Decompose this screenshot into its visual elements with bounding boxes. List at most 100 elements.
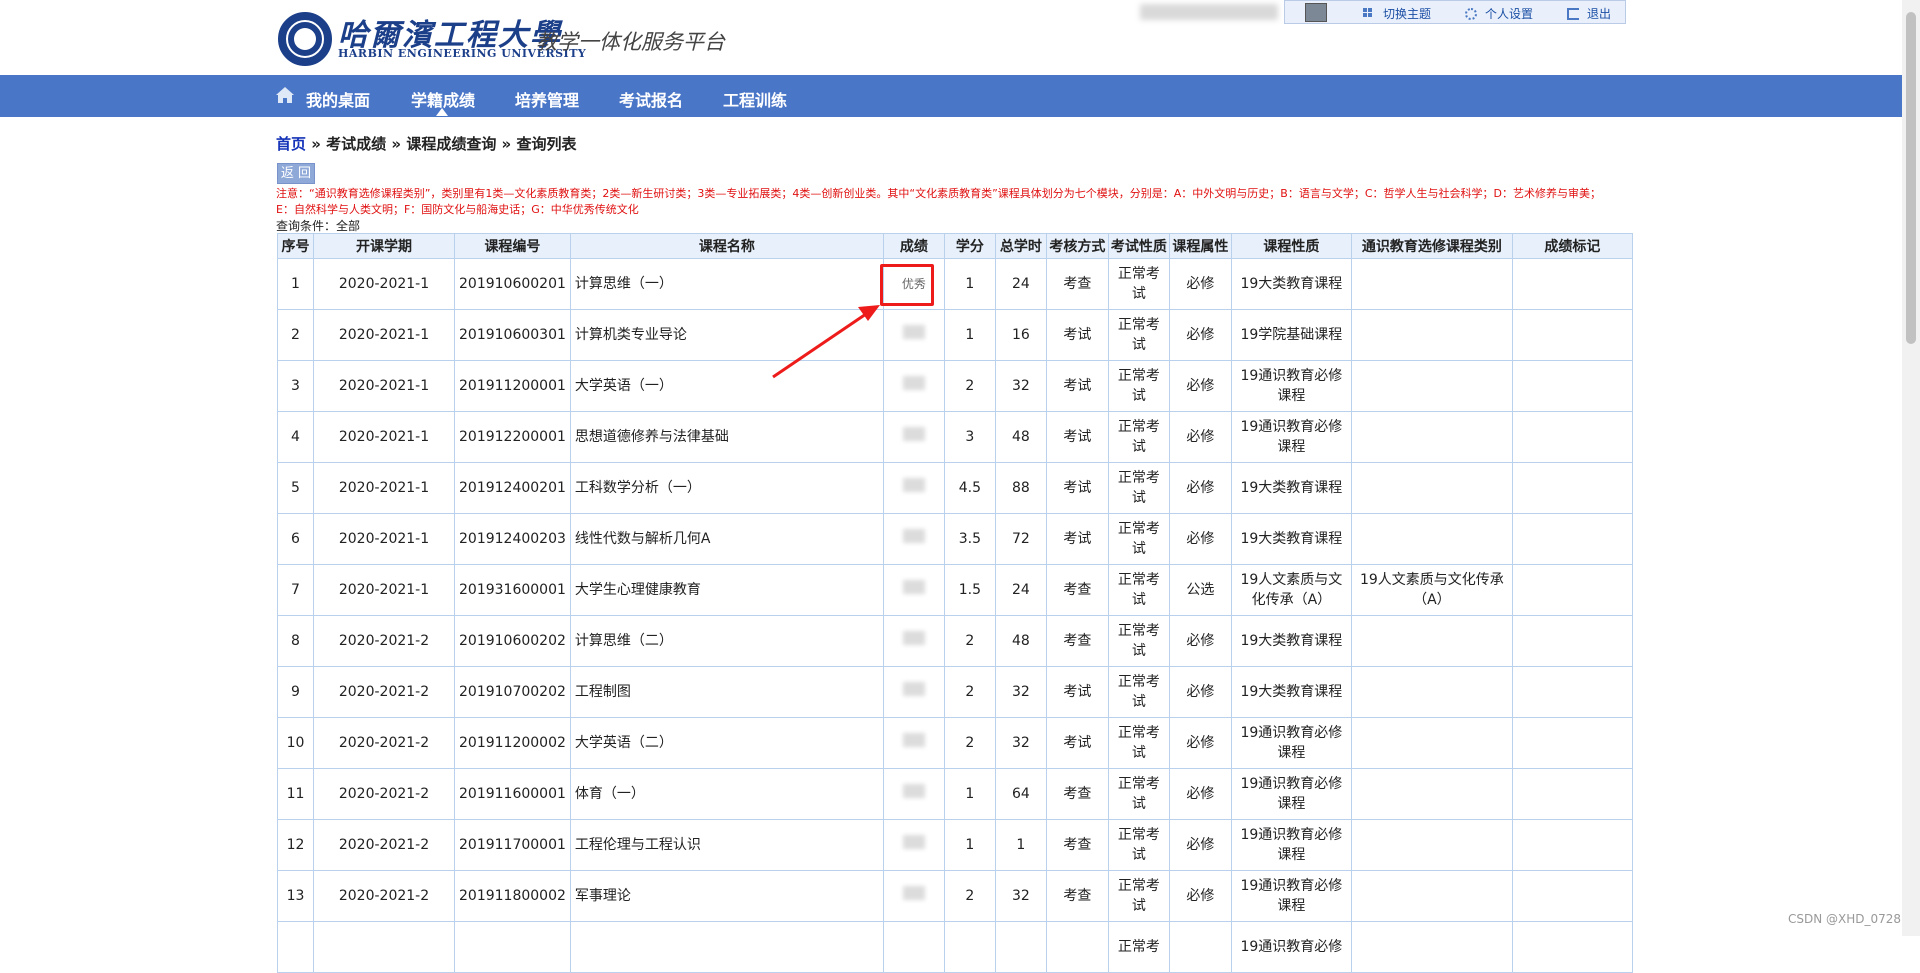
table-row: 12 2020-2021-2 201911700001 工程伦理与工程认识 1 1 考查 正常… [277, 819, 1633, 871]
breadcrumb-home[interactable]: 首页 [276, 135, 306, 153]
breadcrumb-exam-grades: 考试成绩 [326, 135, 387, 153]
table-cell: 必修 [1168, 360, 1232, 412]
table-cell: 思想道德修养与法律基础 [569, 411, 884, 463]
grade-table: 序号 开课学期 课程编号 课程名称 成绩 学分 总学时 考核方式 考试性质 课程属性 课程性质 通识教… [277, 233, 1633, 973]
score-cell [882, 819, 945, 871]
table-cell [1350, 360, 1513, 412]
table-cell: 2020-2021-2 [313, 666, 455, 718]
table-cell: 正常考试 [1107, 615, 1170, 667]
score-cell [882, 870, 945, 922]
table-row: 4 2020-2021-1 201912200001 思想道德修养与法律基础 3 48 考试… [277, 411, 1633, 463]
table-cell: 72 [994, 513, 1047, 565]
table-cell: 16 [994, 309, 1047, 361]
column-header: 课程名称 [569, 233, 884, 259]
table-cell: 计算机类专业导论 [569, 309, 884, 361]
nav-item-desktop[interactable]: 我的桌面 [306, 87, 370, 111]
logout-label: 退出 [1587, 7, 1612, 21]
table-cell: 201911600001 [454, 768, 571, 820]
table-cell: 5 [277, 462, 314, 514]
table-cell: 计算思维（一） [569, 258, 884, 310]
table-cell: 考查 [1045, 564, 1109, 616]
table-cell: 10 [277, 717, 314, 769]
table-cell: 1.5 [943, 564, 996, 616]
table-cell: 线性代数与解析几何A [569, 513, 884, 565]
table-cell [1511, 513, 1633, 565]
table-cell: 必修 [1168, 615, 1232, 667]
table-cell [454, 921, 571, 973]
column-header: 总学时 [994, 233, 1047, 259]
table-cell: 64 [994, 768, 1047, 820]
main-nav: 我的桌面 学籍成绩 培养管理 考试报名 工程训练 [0, 75, 1902, 117]
logout-link[interactable]: 退出 [1567, 5, 1611, 22]
table-cell [1350, 258, 1513, 310]
table-cell: 88 [994, 462, 1047, 514]
table-cell [1511, 309, 1633, 361]
nav-item-engineering-training[interactable]: 工程训练 [723, 87, 787, 111]
table-cell: 19人文素质与文化传承（A） [1350, 564, 1513, 616]
breadcrumb-query-list: 查询列表 [516, 135, 577, 153]
table-cell: 19大类教育课程 [1230, 513, 1352, 565]
table-cell: 2 [943, 870, 996, 922]
table-cell: 32 [994, 870, 1047, 922]
table-cell [943, 921, 996, 973]
table-cell: 4.5 [943, 462, 996, 514]
table-cell: 2020-2021-2 [313, 717, 455, 769]
table-cell [1511, 921, 1633, 973]
table-cell: 19人文素质与文化传承（A） [1230, 564, 1352, 616]
nav-item-training[interactable]: 培养管理 [515, 87, 579, 111]
table-cell: 201912400201 [454, 462, 571, 514]
table-cell [1511, 411, 1633, 463]
table-cell: 201911800002 [454, 870, 571, 922]
table-cell: 11 [277, 768, 314, 820]
table-cell: 19大类教育课程 [1230, 462, 1352, 514]
table-cell: 公选 [1168, 564, 1232, 616]
table-cell: 2 [277, 309, 314, 361]
table-cell: 19通识教育必修 [1230, 921, 1352, 973]
table-cell: 必修 [1168, 411, 1232, 463]
table-row: 5 2020-2021-1 201912400201 工科数学分析（一） 4.5 88 考试… [277, 462, 1633, 514]
table-cell [1511, 462, 1633, 514]
column-header: 序号 [277, 233, 314, 259]
column-header: 课程性质 [1230, 233, 1352, 259]
table-cell: 考试 [1045, 462, 1109, 514]
nav-item-exam-registration[interactable]: 考试报名 [619, 87, 683, 111]
vertical-scrollbar[interactable] [1902, 0, 1920, 936]
table-cell: 24 [994, 258, 1047, 310]
username-redacted [1140, 4, 1278, 20]
table-cell: 201910600301 [454, 309, 571, 361]
table-cell: 8 [277, 615, 314, 667]
personal-settings-link[interactable]: 个人设置 [1465, 5, 1533, 22]
table-cell [1350, 666, 1513, 718]
table-cell: 32 [994, 717, 1047, 769]
back-button[interactable]: 返 回 [277, 163, 315, 184]
table-cell: 2 [943, 666, 996, 718]
table-cell [1511, 564, 1633, 616]
table-cell: 考试 [1045, 309, 1109, 361]
table-cell [1045, 921, 1109, 973]
switch-theme-link[interactable]: 切换主题 [1363, 5, 1431, 22]
table-cell: 201912400203 [454, 513, 571, 565]
column-header: 开课学期 [313, 233, 455, 259]
table-cell: 32 [994, 360, 1047, 412]
table-cell [1511, 768, 1633, 820]
table-row: 11 2020-2021-2 201911600001 体育（一） 1 64 考查 正常考试必… [277, 768, 1633, 820]
table-body: 1 2020-2021-1 201910600201 计算思维（一） 优秀 1 24 考查 正常… [277, 258, 1633, 973]
table-cell: 6 [277, 513, 314, 565]
table-cell: 1 [277, 258, 314, 310]
table-cell: 考试 [1045, 717, 1109, 769]
table-cell: 必修 [1168, 819, 1232, 871]
table-cell [1350, 513, 1513, 565]
scrollbar-thumb[interactable] [1906, 12, 1916, 344]
table-cell [1350, 768, 1513, 820]
query-condition: 查询条件：全部 [276, 219, 361, 233]
column-header: 课程编号 [454, 233, 571, 259]
table-cell: 13 [277, 870, 314, 922]
table-cell: 1 [943, 819, 996, 871]
table-cell: 2020-2021-1 [313, 309, 455, 361]
table-cell: 必修 [1168, 258, 1232, 310]
table-cell: 32 [994, 666, 1047, 718]
avatar[interactable] [1305, 3, 1327, 22]
table-cell: 1 [943, 768, 996, 820]
home-icon[interactable] [276, 87, 294, 103]
score-cell [882, 564, 945, 616]
